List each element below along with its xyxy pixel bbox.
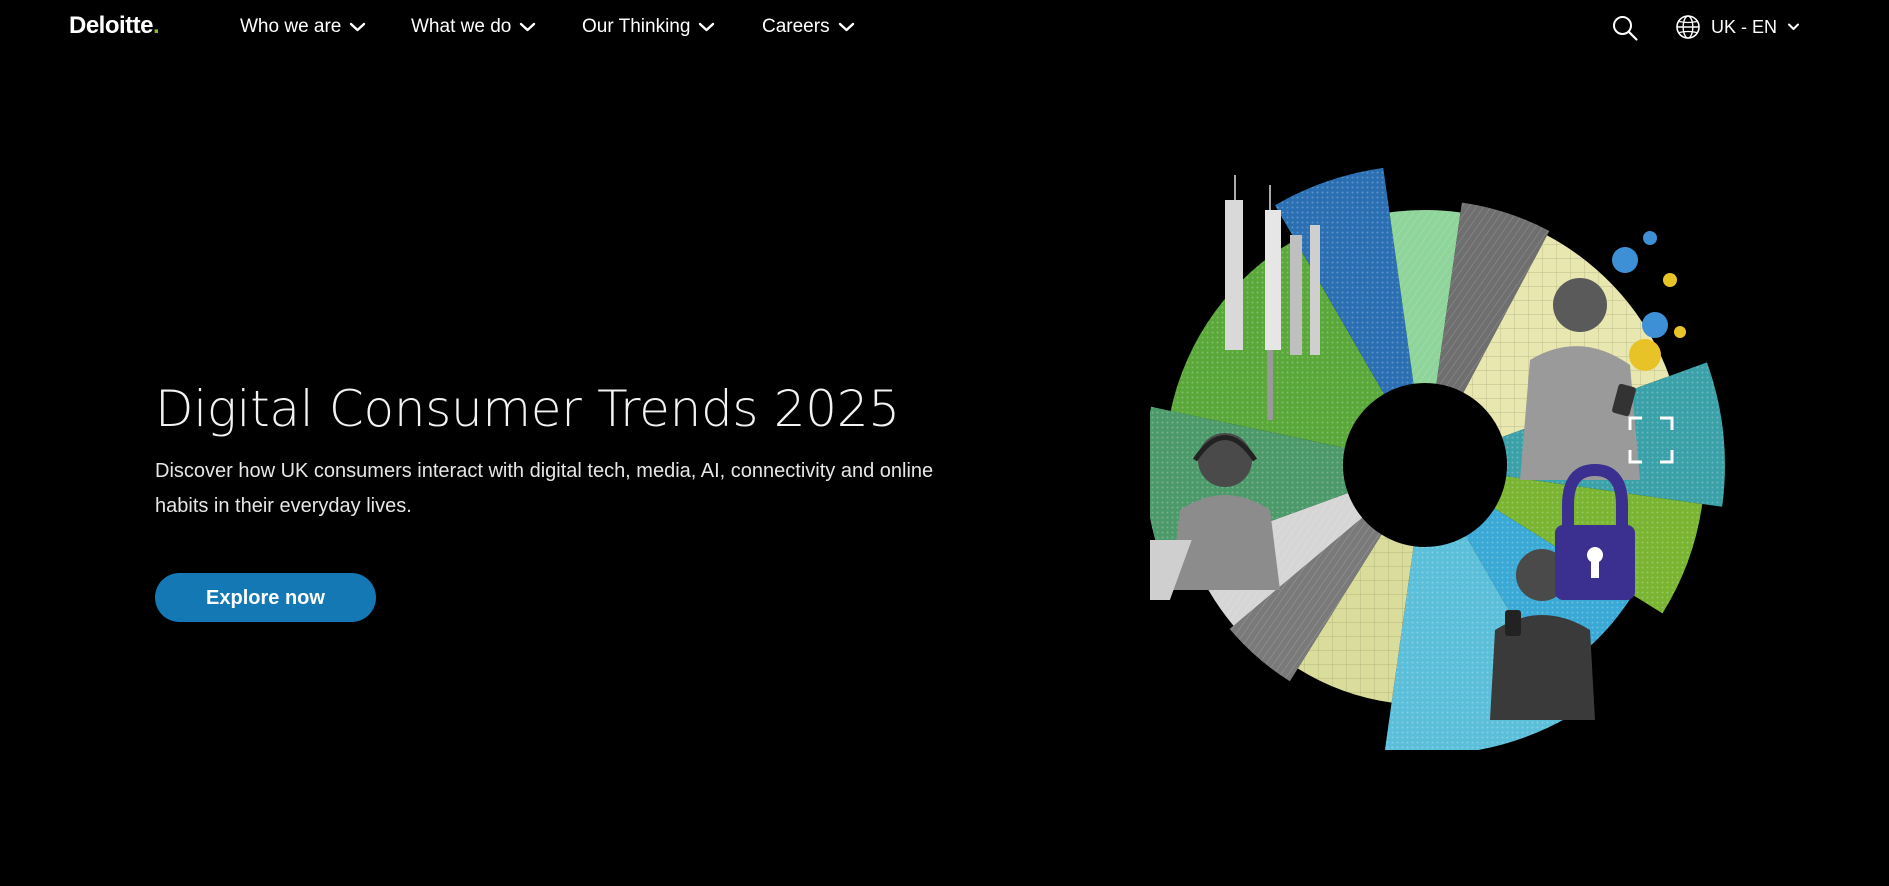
language-label: UK - EN <box>1711 16 1778 37</box>
search-icon <box>1613 16 1638 41</box>
search-button[interactable] <box>1611 14 1639 42</box>
deloitte-logo[interactable]: Deloitte. <box>69 12 160 40</box>
nav-item-careers[interactable]: Careers <box>762 16 855 38</box>
hero-description: Discover how UK consumers interact with … <box>155 460 934 517</box>
chevron-down-icon <box>838 21 855 33</box>
nav-item-who-we-are[interactable]: Who we are <box>240 16 366 38</box>
nav-label: What we do <box>411 16 512 37</box>
hero-title: Digital Consumer Trends 2025 <box>155 380 900 438</box>
nav-label: Our Thinking <box>582 16 691 37</box>
nav-item-what-we-do[interactable]: What we do <box>411 16 536 38</box>
explore-now-button[interactable]: Explore now <box>155 573 376 622</box>
page: Deloitte. Who we are What we do Our Thin… <box>0 0 1889 886</box>
language-selector[interactable]: UK - EN <box>1675 14 1800 40</box>
hero-illustration <box>1150 167 1725 750</box>
logo-text: Deloitte <box>69 12 154 39</box>
logo-dot: . <box>153 12 160 39</box>
nav-item-our-thinking[interactable]: Our Thinking <box>582 16 715 38</box>
chevron-down-icon <box>1788 23 1800 30</box>
chevron-down-icon <box>698 21 715 33</box>
top-navigation: Deloitte. Who we are What we do Our Thin… <box>0 0 1889 56</box>
nav-label: Who we are <box>240 16 342 37</box>
chevron-down-icon <box>349 21 366 33</box>
nav-label: Careers <box>762 16 830 37</box>
chevron-down-icon <box>519 21 536 33</box>
hero-content: Digital Consumer Trends 2025 Discover ho… <box>155 378 955 524</box>
globe-icon <box>1676 15 1700 39</box>
